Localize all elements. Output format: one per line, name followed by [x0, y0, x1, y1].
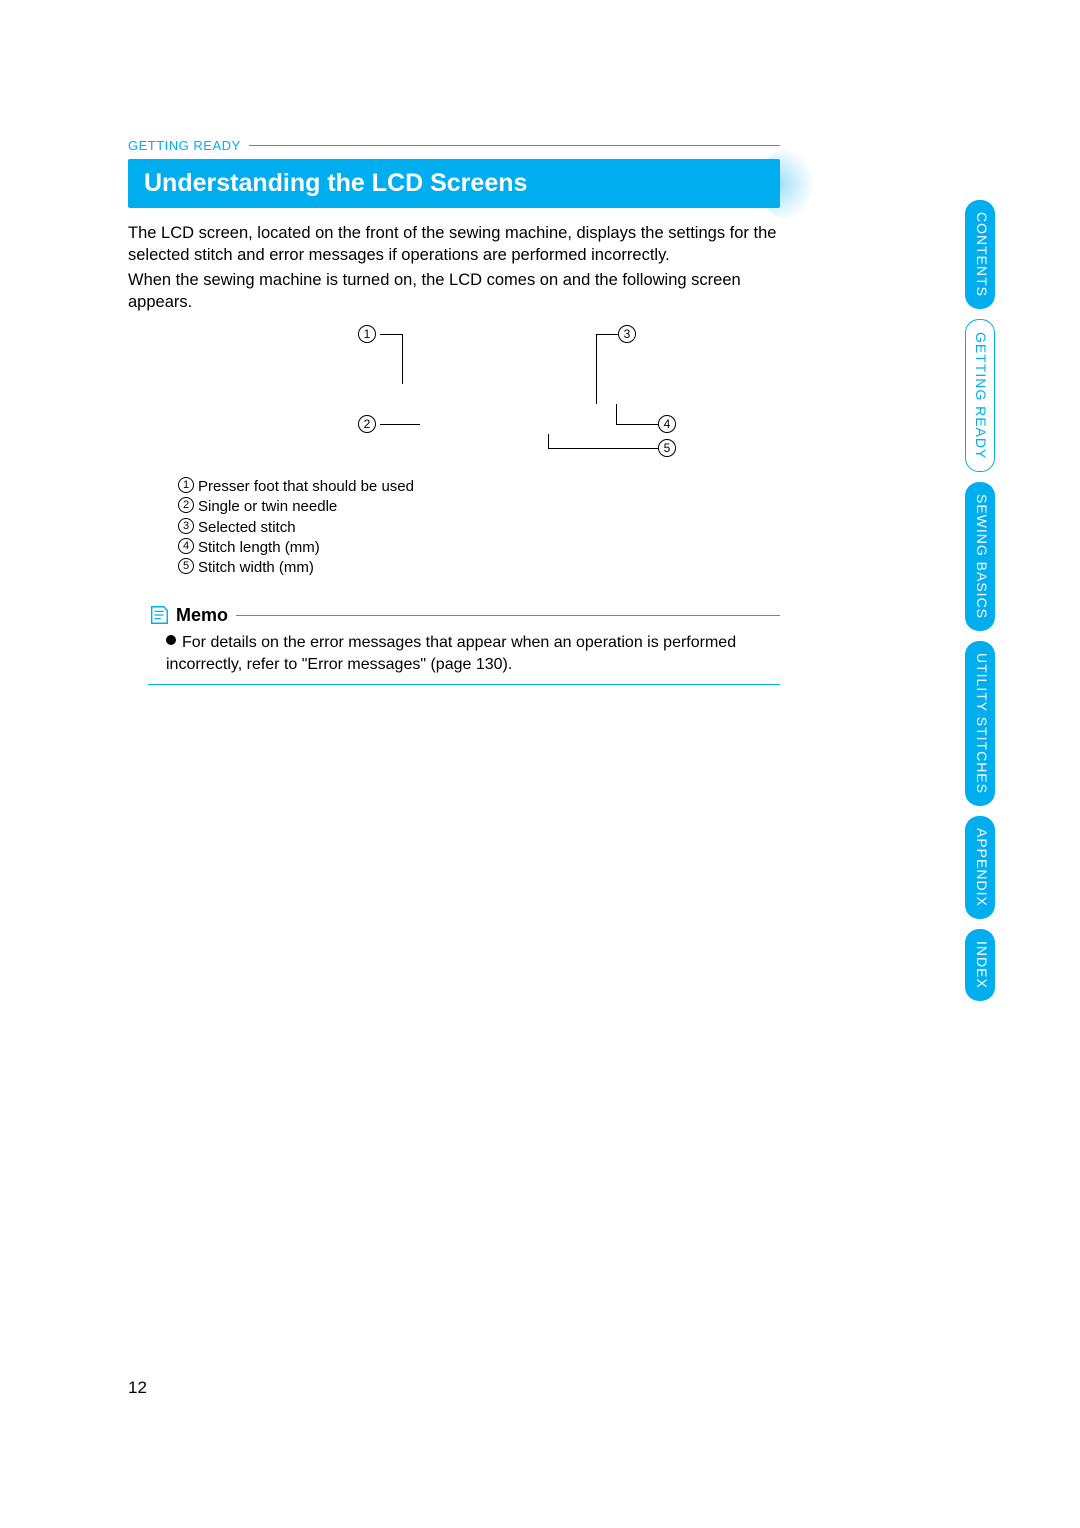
leader-3-h: [596, 334, 618, 335]
legend-item: 5 Stitch width (mm): [178, 558, 780, 578]
memo-icon: [148, 604, 170, 626]
leader-4-v: [616, 404, 617, 425]
leader-3-v: [596, 334, 597, 404]
legend-number: 4: [178, 538, 194, 554]
tab-sewing-basics[interactable]: SEWING BASICS: [965, 482, 995, 631]
legend-number: 5: [178, 558, 194, 574]
breadcrumb-line: [249, 145, 780, 146]
callout-3: 3: [618, 325, 642, 343]
legend-item: 2 Single or twin needle: [178, 497, 780, 517]
callout-5-number: 5: [658, 439, 676, 457]
section-title: Understanding the LCD Screens: [128, 159, 780, 208]
callout-3-number: 3: [618, 325, 636, 343]
memo-body: For details on the error messages that a…: [148, 626, 780, 684]
callout-4-number: 4: [658, 415, 676, 433]
legend-item: 1 Presser foot that should be used: [178, 477, 780, 497]
callout-1: 1: [358, 325, 382, 343]
legend-item: 3 Selected stitch: [178, 518, 780, 538]
tab-index[interactable]: INDEX: [965, 929, 995, 1001]
memo-header: Memo: [148, 604, 780, 626]
legend-text: Presser foot that should be used: [198, 477, 414, 497]
callout-2: 2: [358, 415, 382, 433]
leader-1-v: [402, 334, 403, 384]
intro-paragraph-2: When the sewing machine is turned on, th…: [128, 269, 780, 314]
callout-5: 5: [658, 439, 682, 457]
leader-4-h: [616, 424, 658, 425]
callout-2-number: 2: [358, 415, 376, 433]
tab-getting-ready[interactable]: GETTING READY: [965, 319, 995, 472]
leader-5-h: [548, 448, 658, 449]
tab-utility-stitches[interactable]: UTILITY STITCHES: [965, 641, 995, 806]
intro-paragraph-1: The LCD screen, located on the front of …: [128, 222, 780, 267]
tab-appendix[interactable]: APPENDIX: [965, 816, 995, 919]
legend-text: Stitch width (mm): [198, 558, 314, 578]
memo-text: For details on the error messages that a…: [166, 634, 736, 673]
diagram-legend: 1 Presser foot that should be used 2 Sin…: [178, 477, 780, 578]
page-content: GETTING READY Understanding the LCD Scre…: [0, 0, 840, 685]
memo-header-line: [236, 615, 780, 616]
legend-number: 1: [178, 477, 194, 493]
legend-text: Selected stitch: [198, 518, 296, 538]
section-title-text: Understanding the LCD Screens: [144, 169, 527, 197]
legend-text: Stitch length (mm): [198, 538, 320, 558]
tab-contents[interactable]: CONTENTS: [965, 200, 995, 309]
legend-item: 4 Stitch length (mm): [178, 538, 780, 558]
callout-4: 4: [658, 415, 682, 433]
page-number: 12: [128, 1378, 147, 1398]
breadcrumb: GETTING READY: [128, 138, 780, 153]
leader-5-v: [548, 434, 549, 449]
lcd-diagram: 1 3 2 4 5: [128, 319, 780, 469]
leader-1-h: [380, 334, 402, 335]
leader-2-h: [380, 424, 420, 425]
callout-1-number: 1: [358, 325, 376, 343]
memo-block: Memo For details on the error messages t…: [148, 604, 780, 684]
legend-number: 3: [178, 518, 194, 534]
legend-text: Single or twin needle: [198, 497, 337, 517]
bullet-icon: [166, 635, 176, 645]
memo-title: Memo: [176, 605, 228, 626]
legend-number: 2: [178, 497, 194, 513]
breadcrumb-text: GETTING READY: [128, 138, 241, 153]
side-tabs: CONTENTS GETTING READY SEWING BASICS UTI…: [965, 200, 995, 1011]
